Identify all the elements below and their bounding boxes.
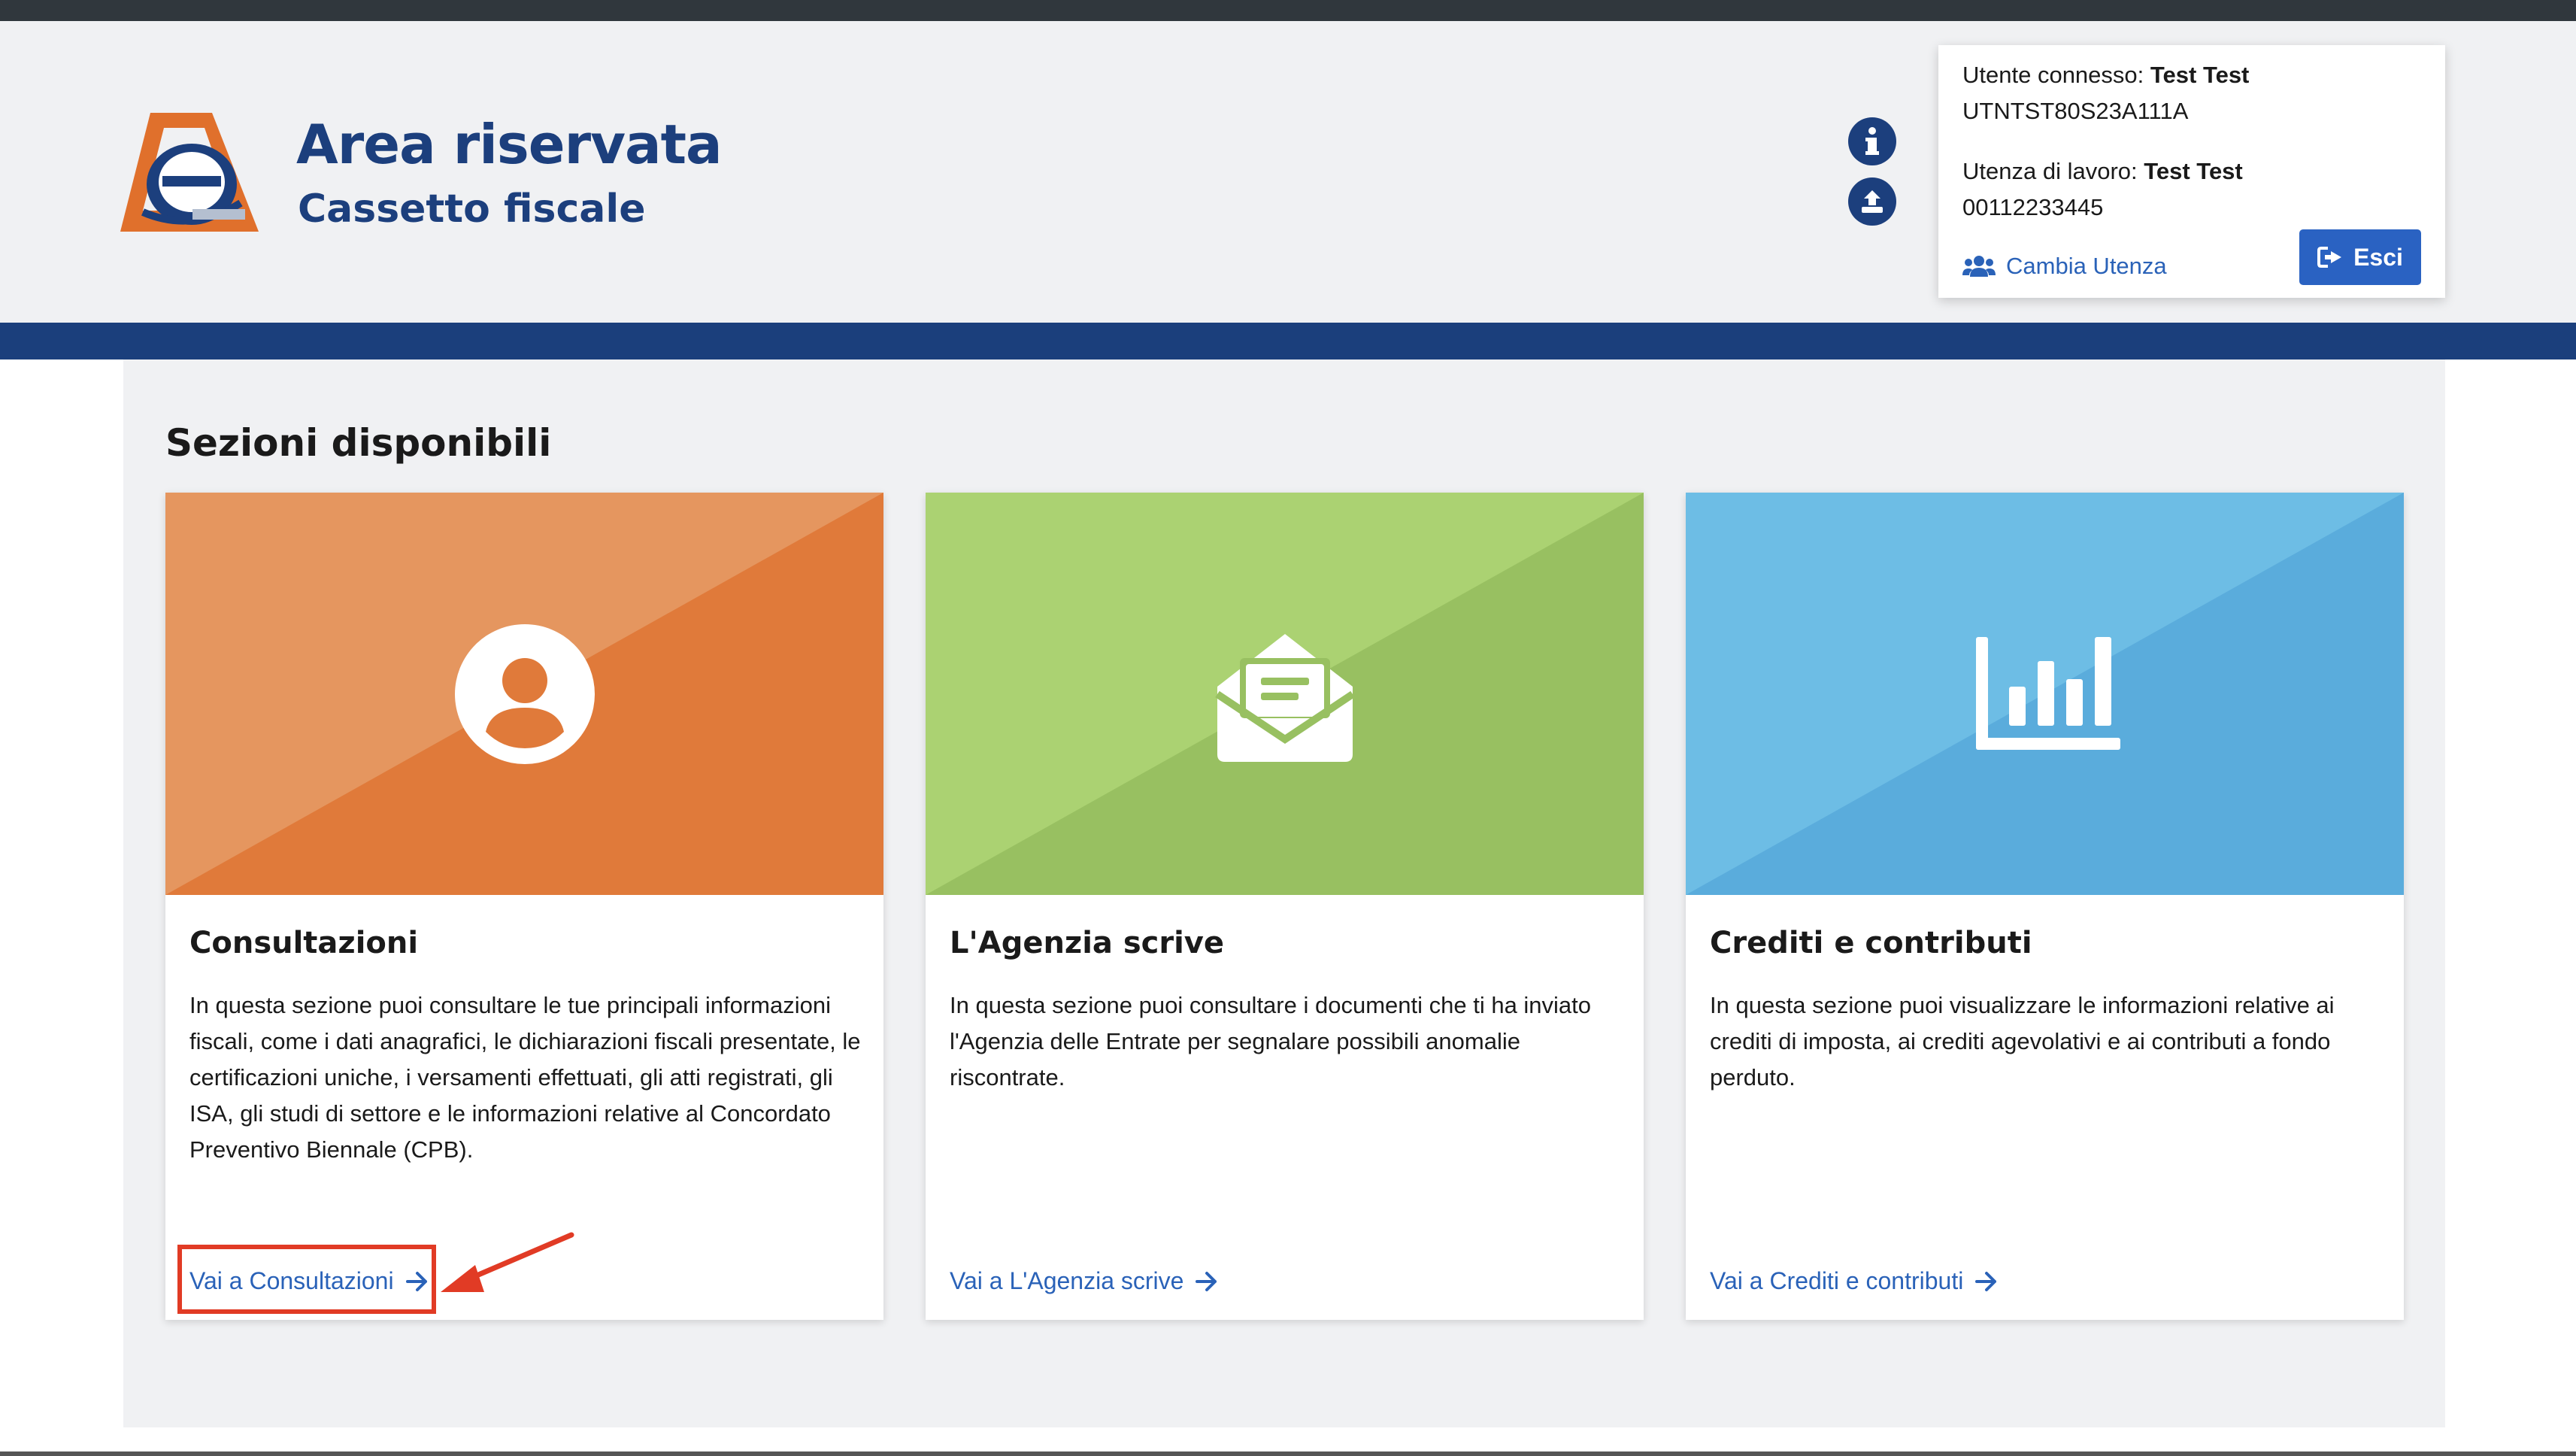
card-link-label: Vai a L'Agenzia scrive [950,1267,1184,1294]
logout-label: Esci [2353,243,2403,271]
connected-user-line: Utente connesso: Test Test [1962,62,2249,89]
connected-user-name: Test Test [2150,62,2250,88]
card-link-agenzia-scrive[interactable]: Vai a L'Agenzia scrive [950,1267,1218,1295]
card-link-label: Vai a Crediti e contributi [1710,1267,1964,1294]
logout-button[interactable]: Esci [2299,229,2421,285]
users-icon [1962,256,1996,277]
work-user-label: Utenza di lavoro: [1962,158,2138,184]
card-banner [926,493,1644,895]
bar-chart-icon [1975,636,2120,750]
work-user-code: 00112233445 [1962,194,2104,220]
page-title: Area riservata [296,113,723,176]
header-blue-band [0,323,2576,359]
arrow-right-icon [1975,1271,1997,1291]
section-title: Sezioni disponibili [165,421,552,465]
info-button[interactable] [1848,117,1896,165]
work-user-line: Utenza di lavoro: Test Test [1962,158,2243,185]
upload-button[interactable] [1848,177,1896,226]
card-title: L'Agenzia scrive [950,926,1224,960]
card-description: In questa sezione puoi consultare le tue… [189,992,861,1163]
highlight-box [177,1245,436,1314]
card-title: Consultazioni [189,926,419,960]
card-consultazioni: Consultazioni In questa sezione puoi con… [165,493,883,1320]
page-subtitle: Cassetto fiscale [298,187,646,232]
upload-icon [1862,190,1883,213]
card-description: In questa sezione puoi visualizzare le i… [1710,992,2335,1090]
card-description: In questa sezione puoi consultare i docu… [950,992,1592,1090]
card-title: Crediti e contributi [1710,926,2032,960]
card-banner [165,493,883,895]
card-crediti-contributi: Crediti e contributi In questa sezione p… [1686,493,2404,1320]
sign-out-icon [2317,247,2342,268]
user-circle-icon [454,623,595,764]
annotation-arrow-icon [441,1232,574,1292]
info-icon [1865,127,1879,155]
arrow-right-icon [1196,1271,1217,1291]
connected-user-code: UTNTST80S23A111A [1962,98,2189,124]
user-info-panel: Utente connesso: Test Test UTNTST80S23A1… [1938,45,2445,298]
agenzia-entrate-logo [120,113,259,232]
bottom-border [0,1451,2576,1456]
card-agenzia-scrive: L'Agenzia scrive In questa sezione puoi … [926,493,1644,1320]
top-strip [0,0,2576,21]
switch-user-label: Cambia Utenza [2006,253,2167,279]
card-banner [1686,493,2404,895]
work-user-name: Test Test [2144,158,2243,184]
switch-user-link[interactable]: Cambia Utenza [1962,253,2167,280]
card-link-crediti-contributi[interactable]: Vai a Crediti e contributi [1710,1267,1998,1295]
connected-user-label: Utente connesso: [1962,62,2144,88]
open-envelope-icon [1214,633,1355,762]
